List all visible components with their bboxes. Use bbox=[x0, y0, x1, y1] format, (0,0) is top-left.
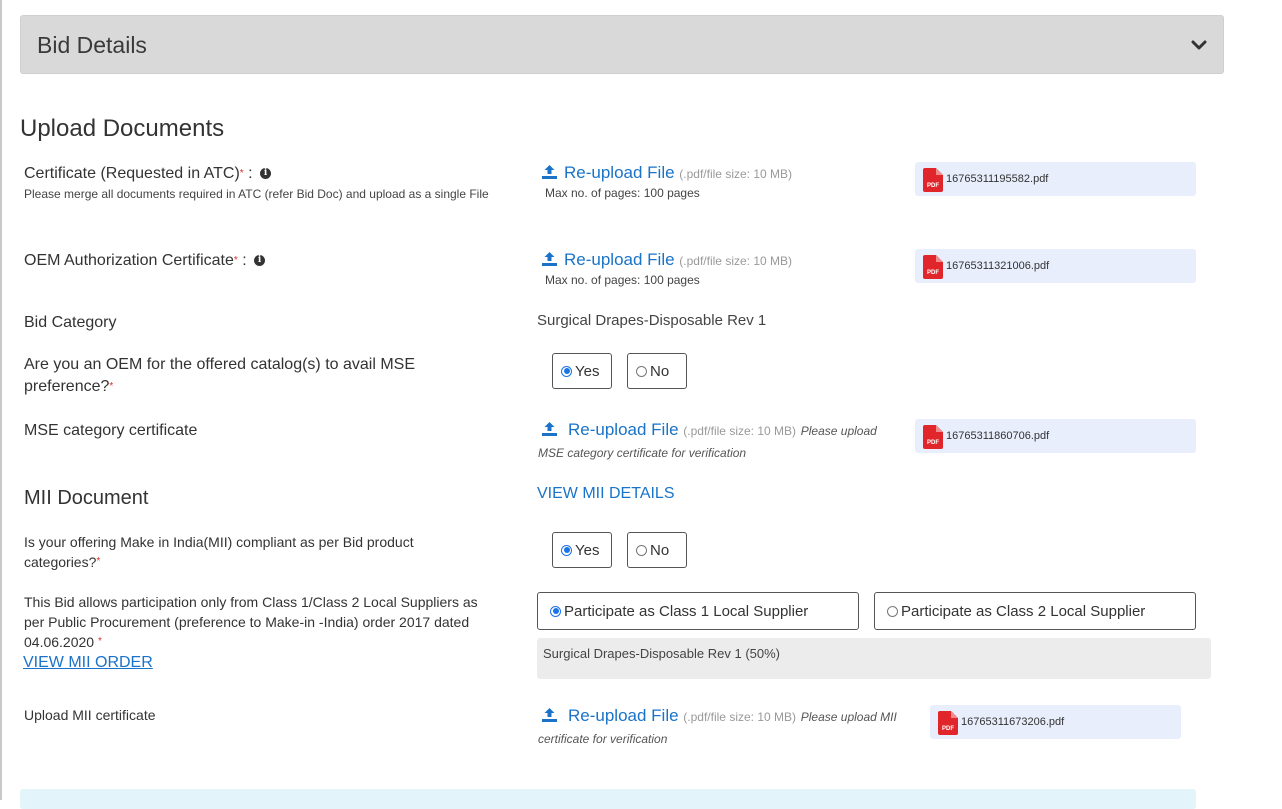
bid-details-accordion[interactable]: Bid Details bbox=[20, 15, 1224, 74]
atc-reupload: Re-upload File (.pdf/file size: 10 MB) bbox=[541, 163, 792, 183]
radio-selected-icon[interactable] bbox=[561, 544, 572, 556]
reupload-button[interactable]: Re-upload File bbox=[564, 163, 675, 182]
radio-unselected-icon[interactable] bbox=[887, 605, 898, 617]
class2-supplier-radio[interactable]: Participate as Class 2 Local Supplier bbox=[874, 592, 1196, 630]
oem-reupload: Re-upload File (.pdf/file size: 10 MB) bbox=[541, 250, 792, 270]
required-mark: * bbox=[96, 556, 101, 567]
svg-text:PDF: PDF bbox=[927, 440, 939, 446]
label-text: Is your offering Make in India(MII) comp… bbox=[24, 534, 414, 570]
info-icon[interactable]: i bbox=[260, 168, 272, 180]
svg-text:PDF: PDF bbox=[927, 183, 939, 189]
reupload-button[interactable]: Re-upload File bbox=[568, 420, 679, 439]
oem-mse-yes-radio[interactable]: Yes bbox=[552, 353, 612, 389]
uploaded-file-chip[interactable]: PDF 16765311860706.pdf bbox=[915, 419, 1196, 453]
file-meta: (.pdf/file size: 10 MB) bbox=[683, 424, 797, 438]
file-name[interactable]: 16765311673206.pdf bbox=[961, 716, 1064, 728]
label-colon: : bbox=[237, 252, 247, 269]
oem-authorization-label: OEM Authorization Certificate* : i bbox=[24, 250, 266, 272]
pdf-file-icon: PDF bbox=[923, 425, 943, 449]
radio-selected-icon[interactable] bbox=[561, 365, 572, 377]
bid-category-label: Bid Category bbox=[24, 314, 117, 331]
upload-icon[interactable] bbox=[541, 251, 558, 266]
max-pages-text: Max no. of pages: 100 pages bbox=[545, 186, 700, 200]
uploaded-file-chip[interactable]: PDF 16765311195582.pdf bbox=[915, 162, 1196, 196]
max-pages-text: Max no. of pages: 100 pages bbox=[545, 273, 700, 287]
mii-compliant-no-radio[interactable]: No bbox=[627, 532, 687, 568]
radio-label: No bbox=[650, 541, 670, 559]
svg-text:PDF: PDF bbox=[942, 726, 954, 732]
file-meta: (.pdf/file size: 10 MB) bbox=[679, 167, 793, 181]
class1-supplier-radio[interactable]: Participate as Class 1 Local Supplier bbox=[537, 592, 859, 630]
radio-label: Yes bbox=[575, 541, 600, 559]
required-mark: * bbox=[97, 636, 102, 647]
info-icon[interactable]: i bbox=[254, 255, 266, 267]
view-mii-order-link[interactable]: VIEW MII ORDER bbox=[23, 654, 153, 672]
radio-label: Participate as Class 2 Local Supplier bbox=[901, 602, 1146, 620]
uploaded-file-chip[interactable]: PDF 16765311321006.pdf bbox=[915, 249, 1196, 283]
radio-unselected-icon[interactable] bbox=[636, 544, 647, 556]
required-mark: * bbox=[109, 381, 114, 392]
upload-icon[interactable] bbox=[541, 421, 558, 436]
mii-section-title: MII Document bbox=[24, 487, 149, 509]
reupload-button[interactable]: Re-upload File bbox=[564, 250, 675, 269]
file-name[interactable]: 16765311195582.pdf bbox=[946, 173, 1048, 185]
svg-text:PDF: PDF bbox=[927, 270, 939, 276]
label-text: This Bid allows participation only from … bbox=[24, 594, 478, 650]
atc-certificate-label: Certificate (Requested in ATC)* : i bbox=[24, 163, 272, 185]
mii-class-text: This Bid allows participation only from … bbox=[24, 592, 499, 652]
radio-label: Yes bbox=[575, 362, 600, 380]
view-mii-details-link[interactable]: VIEW MII DETAILS bbox=[537, 485, 675, 503]
local-content-text: Surgical Drapes-Disposable Rev 1 (50%) bbox=[543, 646, 780, 661]
reupload-button[interactable]: Re-upload File bbox=[568, 706, 679, 725]
upload-note-continued: MSE category certificate for verificatio… bbox=[538, 446, 747, 460]
local-content-box: Surgical Drapes-Disposable Rev 1 (50%) bbox=[537, 638, 1211, 679]
oem-mse-question: Are you an OEM for the offered catalog(s… bbox=[24, 354, 464, 398]
radio-label: No bbox=[650, 362, 670, 380]
radio-selected-icon[interactable] bbox=[550, 605, 561, 617]
pdf-file-icon: PDF bbox=[923, 168, 943, 192]
mse-reupload: Re-upload File (.pdf/file size: 10 MB) P… bbox=[541, 420, 877, 440]
mii-upload-label: Upload MII certificate bbox=[24, 707, 156, 723]
section-title: Upload Documents bbox=[20, 115, 225, 142]
file-name[interactable]: 16765311321006.pdf bbox=[946, 260, 1049, 272]
label-text: Are you an OEM for the offered catalog(s… bbox=[24, 356, 415, 395]
label-text: OEM Authorization Certificate bbox=[24, 252, 234, 269]
left-border bbox=[0, 0, 2, 800]
upload-note-continued: certificate for verification bbox=[538, 732, 668, 746]
oem-mse-no-radio[interactable]: No bbox=[627, 353, 687, 389]
radio-unselected-icon[interactable] bbox=[636, 365, 647, 377]
mse-certificate-label: MSE category certificate bbox=[24, 422, 198, 439]
mii-compliant-question: Is your offering Make in India(MII) comp… bbox=[24, 532, 464, 572]
upload-icon[interactable] bbox=[541, 164, 558, 179]
upload-note: Please upload MII bbox=[800, 710, 897, 724]
uploaded-file-chip[interactable]: PDF 16765311673206.pdf bbox=[930, 705, 1181, 739]
mii-reupload: Re-upload File (.pdf/file size: 10 MB) P… bbox=[541, 706, 897, 726]
atc-certificate-hint: Please merge all documents required in A… bbox=[24, 187, 489, 201]
info-panel bbox=[20, 789, 1196, 809]
label-colon: : bbox=[243, 165, 253, 182]
file-meta: (.pdf/file size: 10 MB) bbox=[683, 710, 797, 724]
chevron-down-icon[interactable] bbox=[1191, 37, 1207, 53]
file-meta: (.pdf/file size: 10 MB) bbox=[679, 254, 793, 268]
pdf-file-icon: PDF bbox=[923, 255, 943, 279]
upload-note: Please upload bbox=[800, 424, 877, 438]
pdf-file-icon: PDF bbox=[938, 711, 958, 735]
file-name[interactable]: 16765311860706.pdf bbox=[946, 430, 1049, 442]
radio-label: Participate as Class 1 Local Supplier bbox=[564, 602, 809, 620]
bid-category-value: Surgical Drapes-Disposable Rev 1 bbox=[537, 312, 767, 329]
upload-icon[interactable] bbox=[541, 707, 558, 722]
accordion-title: Bid Details bbox=[37, 32, 147, 58]
mii-compliant-yes-radio[interactable]: Yes bbox=[552, 532, 612, 568]
label-text: Certificate (Requested in ATC) bbox=[24, 165, 240, 182]
